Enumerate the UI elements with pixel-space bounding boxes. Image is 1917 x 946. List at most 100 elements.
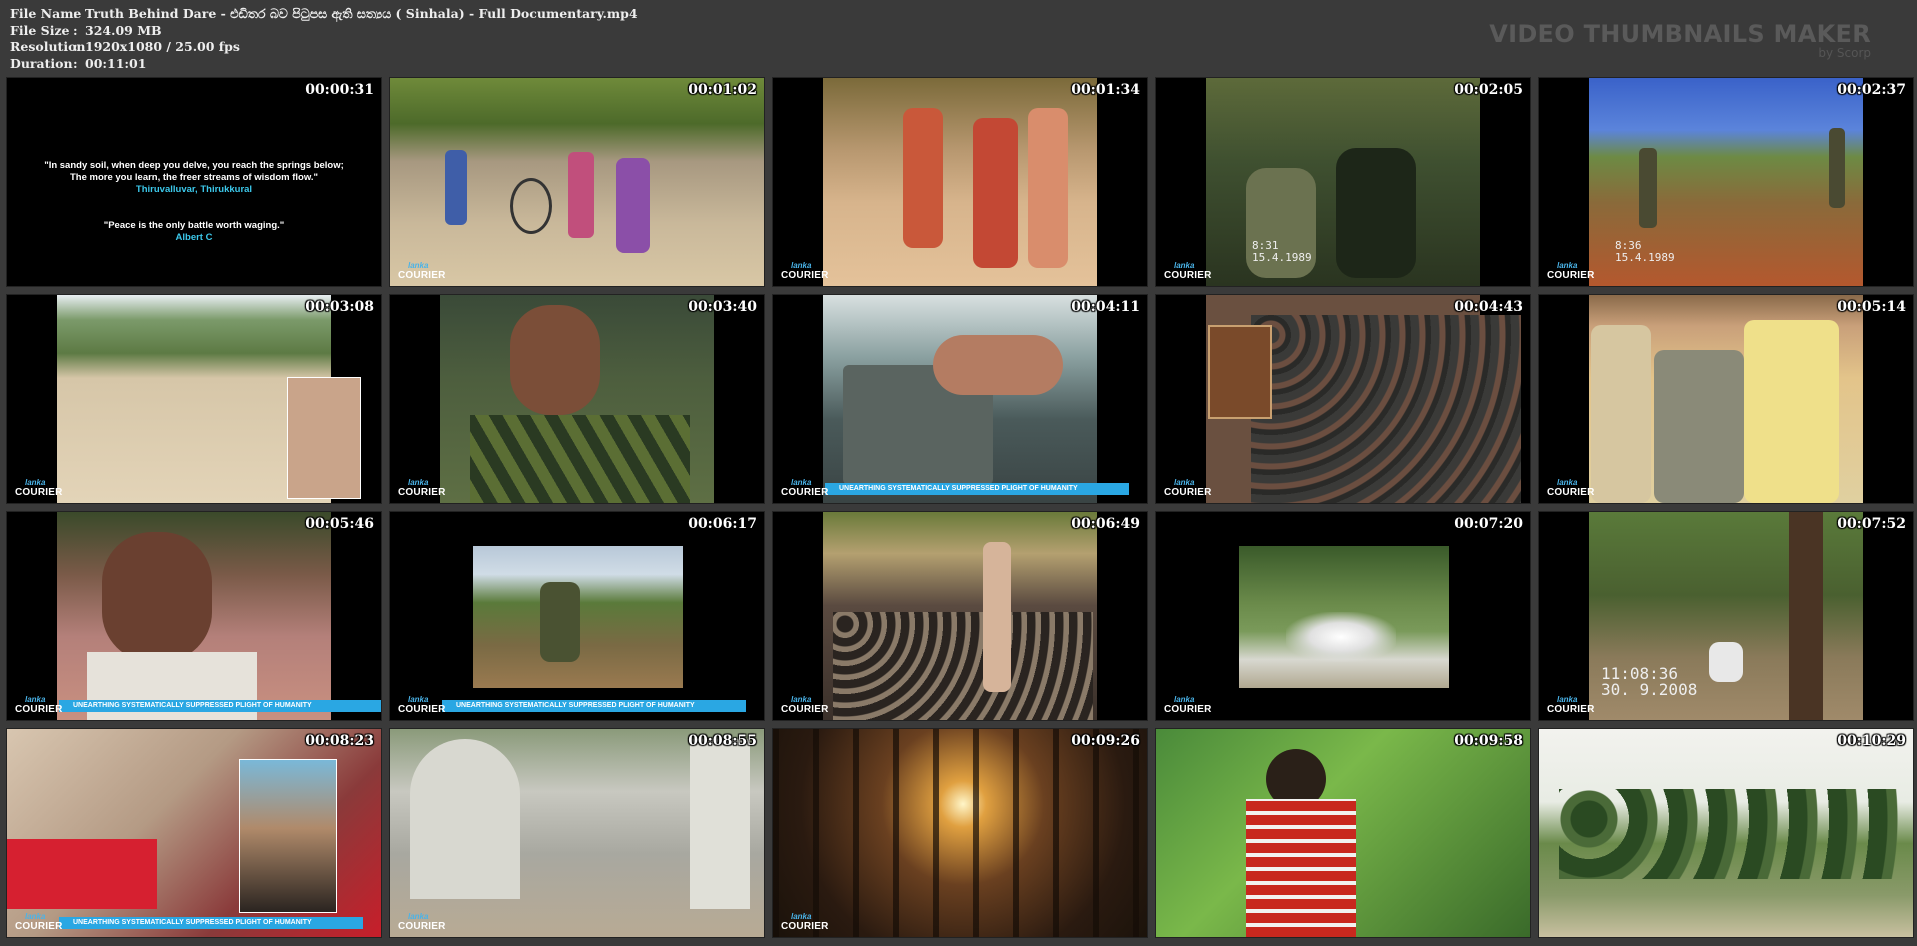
thumbnail-13[interactable]: lanka COURIER 00:06:49 xyxy=(772,511,1148,721)
figure-soldier xyxy=(1829,128,1845,208)
resolution-value: 1920x1080 / 25.00 fps xyxy=(85,39,240,54)
thumbnail-20[interactable]: 00:10:29 xyxy=(1538,728,1914,938)
explosion-smoke xyxy=(1286,612,1396,662)
figure-woman xyxy=(983,542,1011,692)
plaid-dress xyxy=(1246,799,1356,937)
lanka-courier-logo: lanka COURIER xyxy=(781,261,829,281)
figure-child xyxy=(445,150,467,225)
file-size-value: 324.09 MB xyxy=(85,22,162,38)
figure-boy xyxy=(1654,350,1744,503)
quote-1: "In sandy soil, when deep you delve, you… xyxy=(7,160,381,196)
quote-2-line-1: "Peace is the only battle worth waging." xyxy=(103,220,285,231)
timestamp: 00:02:05 xyxy=(1454,82,1523,98)
lanka-courier-logo: lanka COURIER xyxy=(1547,695,1595,715)
thumbnail-10[interactable]: lanka COURIER 00:05:14 xyxy=(1538,294,1914,504)
lanka-courier-logo: lanka COURIER xyxy=(398,695,446,715)
timestamp: 00:08:23 xyxy=(305,733,374,749)
thumbnail-5[interactable]: 8:36 15.4.1989 lanka COURIER 00:02:37 xyxy=(1538,77,1914,287)
separator: : xyxy=(73,39,78,54)
file-name-value: Truth Behind Dare - එඩිතර බව පිටුපස ඇති … xyxy=(85,6,638,21)
thumbnail-7[interactable]: lanka COURIER 00:03:40 xyxy=(389,294,765,504)
thumbnail-1[interactable]: "In sandy soil, when deep you delve, you… xyxy=(6,77,382,287)
figure-man xyxy=(973,118,1018,268)
file-name-row: File Name : Truth Behind Dare - එඩිතර බව… xyxy=(10,6,638,23)
thumbnail-15[interactable]: 11:08:36 30. 9.2008 lanka COURIER 00:07:52 xyxy=(1538,511,1914,721)
figure-girl xyxy=(568,152,594,238)
figure-man xyxy=(1591,325,1651,503)
timestamp: 00:06:17 xyxy=(688,516,757,532)
lanka-courier-logo: lanka COURIER xyxy=(1547,478,1595,498)
lanka-courier-logo: lanka COURIER xyxy=(1164,478,1212,498)
red-area xyxy=(7,839,157,909)
lanka-courier-logo: lanka COURIER xyxy=(398,261,446,281)
separator: : xyxy=(73,6,78,21)
timestamp: 00:02:37 xyxy=(1837,82,1906,98)
lanka-courier-logo: lanka COURIER xyxy=(781,478,829,498)
thumbnail-9[interactable]: lanka COURIER 00:04:43 xyxy=(1155,294,1531,504)
palm-canopy xyxy=(1559,789,1899,879)
lanka-courier-logo: lanka COURIER xyxy=(1164,261,1212,281)
hand xyxy=(933,335,1063,395)
tree-trunk xyxy=(1789,512,1823,720)
crowd xyxy=(833,612,1093,720)
brand-watermark: VIDEO THUMBNAILS MAKER by Scorp xyxy=(1489,20,1871,60)
figure-face xyxy=(102,532,212,662)
timestamp: 00:05:46 xyxy=(305,516,374,532)
wooden-door xyxy=(1208,325,1272,419)
pillar xyxy=(690,739,750,909)
lanka-courier-logo: lanka COURIER xyxy=(781,912,829,932)
thumbnail-12[interactable]: UNEARTHING SYSTEMATICALLY SUPPRESSED PLI… xyxy=(389,511,765,721)
timestamp: 00:00:31 xyxy=(305,82,374,98)
tree-trunks xyxy=(773,729,1147,937)
thumbnail-grid: "In sandy soil, when deep you delve, you… xyxy=(6,77,1914,942)
resolution-label: Resolution xyxy=(10,39,86,54)
rows-of-mines xyxy=(1251,315,1521,503)
thumbnail-6[interactable]: lanka COURIER 00:03:08 xyxy=(6,294,382,504)
file-size-label: File Size xyxy=(10,22,70,38)
figure-man xyxy=(1028,108,1068,268)
figure-soldier xyxy=(540,582,580,662)
quote-1-line-2: The more you learn, the freer streams of… xyxy=(69,172,319,183)
figure-man xyxy=(903,108,943,248)
timestamp: 00:04:11 xyxy=(1071,299,1140,315)
video-date-stamp: 8:36 15.4.1989 xyxy=(1615,239,1675,264)
thumbnail-3[interactable]: lanka COURIER 00:01:34 xyxy=(772,77,1148,287)
thumbnail-2[interactable]: lanka COURIER 00:01:02 xyxy=(389,77,765,287)
timestamp: 00:03:08 xyxy=(305,299,374,315)
timestamp: 00:06:49 xyxy=(1071,516,1140,532)
figure-man xyxy=(1744,320,1839,503)
timestamp: 00:08:55 xyxy=(688,733,757,749)
timestamp: 00:05:14 xyxy=(1837,299,1906,315)
caption-banner: UNEARTHING SYSTEMATICALLY SUPPRESSED PLI… xyxy=(59,917,363,929)
timestamp: 00:01:34 xyxy=(1071,82,1140,98)
separator: : xyxy=(73,55,78,71)
file-size-row: File Size : 324.09 MB xyxy=(10,23,638,40)
thumbnail-18[interactable]: lanka COURIER 00:09:26 xyxy=(772,728,1148,938)
thumbnail-11[interactable]: UNEARTHING SYSTEMATICALLY SUPPRESSED PLI… xyxy=(6,511,382,721)
figure-girl xyxy=(616,158,650,253)
thumbnail-4[interactable]: 8:31 15.4.1989 lanka COURIER 00:02:05 xyxy=(1155,77,1531,287)
duration-row: Duration : 00:11:01 xyxy=(10,56,638,73)
lanka-courier-logo: lanka COURIER xyxy=(781,695,829,715)
quote-1-author: Thiruvalluvar, Thirukkural xyxy=(135,184,253,195)
video-date-stamp: 11:08:36 30. 9.2008 xyxy=(1601,664,1698,699)
thumbnail-14[interactable]: lanka COURIER 00:07:20 xyxy=(1155,511,1531,721)
thumbnail-8[interactable]: UNEARTHING SYSTEMATICALLY SUPPRESSED PLI… xyxy=(772,294,1148,504)
figure-soldier xyxy=(1336,148,1416,278)
timestamp: 00:01:02 xyxy=(688,82,757,98)
thumbnail-17[interactable]: lanka COURIER 00:08:55 xyxy=(389,728,765,938)
lanka-courier-logo: lanka COURIER xyxy=(1164,695,1212,715)
inset-video xyxy=(239,759,337,913)
timestamp: 00:09:26 xyxy=(1071,733,1140,749)
lanka-courier-logo: lanka COURIER xyxy=(15,478,63,498)
lanka-courier-logo: lanka COURIER xyxy=(1547,261,1595,281)
lanka-courier-logo: lanka COURIER xyxy=(398,912,446,932)
timestamp: 00:04:43 xyxy=(1454,299,1523,315)
quote-2-author: Albert C xyxy=(175,232,213,243)
duration-label: Duration xyxy=(10,55,73,71)
figure-soldier xyxy=(1639,148,1657,228)
thumbnail-19[interactable]: 00:09:58 xyxy=(1155,728,1531,938)
thumbnail-16[interactable]: UNEARTHING SYSTEMATICALLY SUPPRESSED PLI… xyxy=(6,728,382,938)
figure-face xyxy=(510,305,600,415)
brand-byline: by Scorp xyxy=(1818,46,1871,60)
